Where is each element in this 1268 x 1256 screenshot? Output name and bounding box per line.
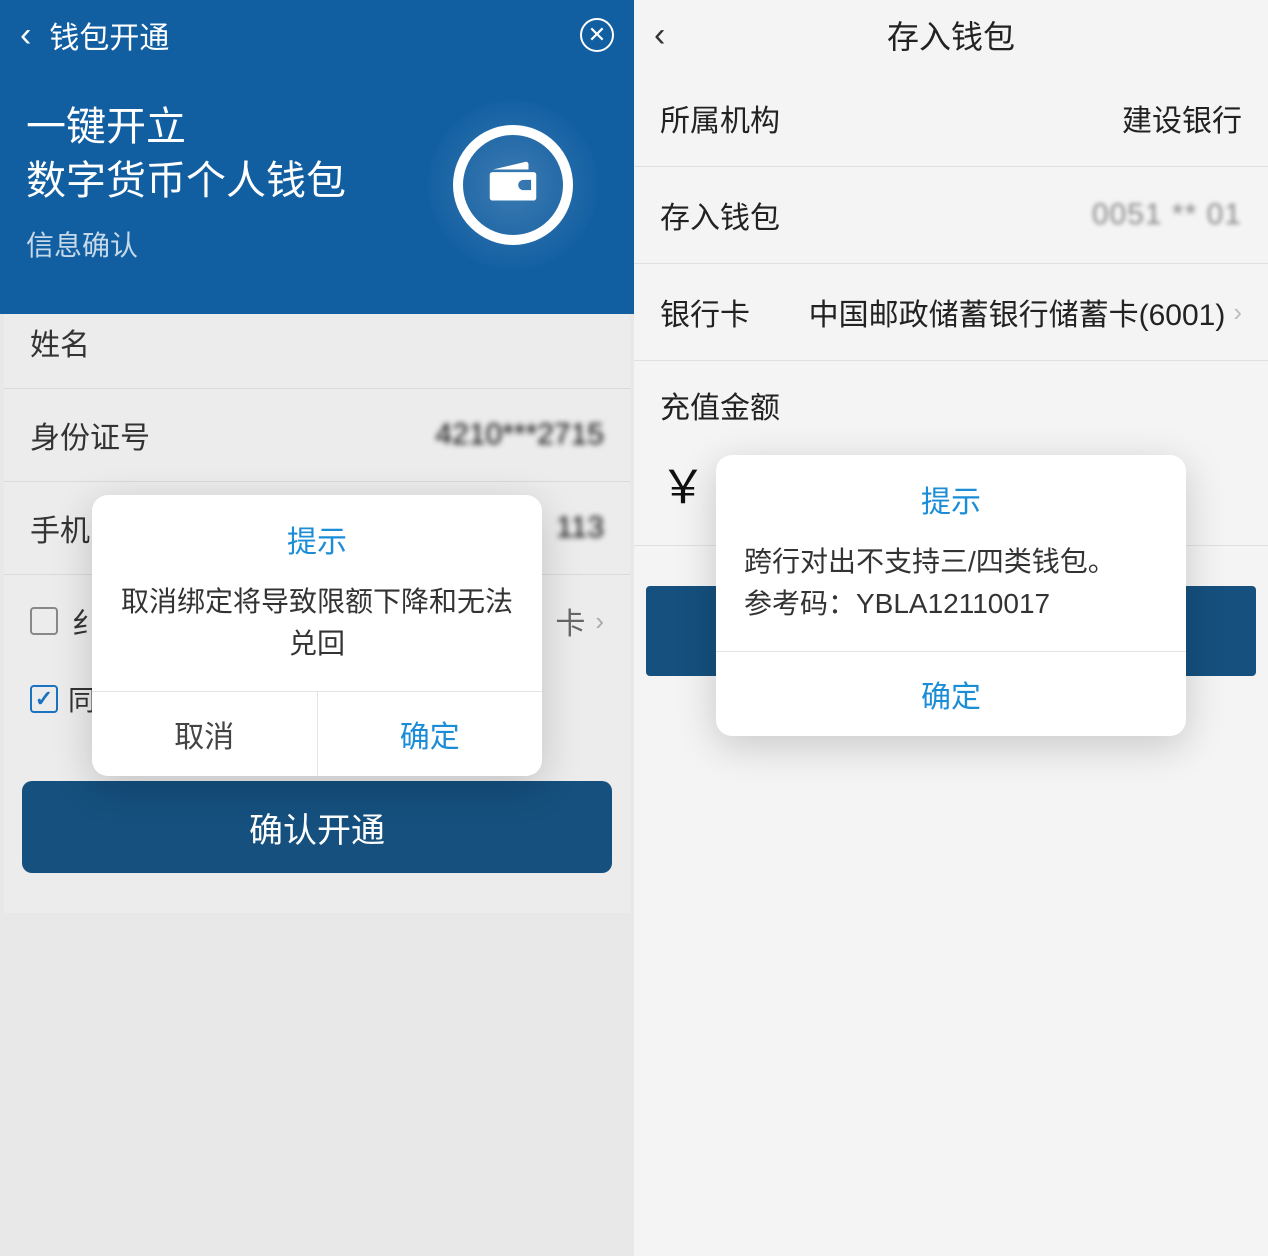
dialog-right-title: 提示: [716, 455, 1186, 533]
title-left: 钱包开通: [49, 13, 169, 57]
row-id[interactable]: 身份证号 4210***2715: [4, 389, 630, 482]
org-value: 建设银行: [1122, 96, 1242, 140]
bind-suffix: 卡: [555, 599, 585, 643]
agree-checkbox[interactable]: [30, 685, 58, 713]
amount-label: 充值金额: [634, 361, 1268, 433]
back-icon[interactable]: ‹: [20, 16, 31, 55]
id-label: 身份证号: [30, 413, 150, 457]
id-value: 4210***2715: [435, 418, 604, 452]
back-icon-right[interactable]: ‹: [654, 16, 665, 55]
org-label: 所属机构: [660, 96, 780, 140]
card-label: 银行卡: [660, 290, 750, 334]
chevron-right-icon: ›: [1233, 297, 1242, 328]
dialog-right-body: 跨行对出不支持三/四类钱包。 参考码：YBLA12110017: [716, 533, 1186, 651]
chevron-right-icon: ›: [595, 606, 604, 637]
phone-label: 手机: [30, 506, 90, 550]
confirm-open-button[interactable]: 确认开通: [22, 781, 612, 873]
card-value: 中国邮政储蓄银行储蓄卡(6001): [809, 290, 1226, 334]
dialog-left-body: 取消绑定将导致限额下降和无法兑回: [92, 573, 542, 691]
close-icon[interactable]: ✕: [580, 18, 614, 52]
right-phone: ‹ 存入钱包 所属机构 建设银行 存入钱包 0051 ** 01 银行卡 中国邮…: [634, 0, 1268, 1256]
dialog-left: 提示 取消绑定将导致限额下降和无法兑回 取消 确定: [92, 495, 542, 776]
dialog-ok-button[interactable]: 确定: [318, 692, 543, 776]
row-wallet[interactable]: 存入钱包 0051 ** 01: [634, 167, 1268, 264]
titlebar-left: ‹ 钱包开通 ✕: [0, 0, 634, 70]
dialog-cancel-button[interactable]: 取消: [92, 692, 318, 776]
left-phone: ‹ 钱包开通 ✕ 一键开立 数字货币个人钱包 信息确认 姓名 身份证号 4210…: [0, 0, 634, 1256]
titlebar-right: ‹ 存入钱包: [634, 0, 1268, 70]
dialog-right: 提示 跨行对出不支持三/四类钱包。 参考码：YBLA12110017 确定: [716, 455, 1186, 736]
row-org[interactable]: 所属机构 建设银行: [634, 70, 1268, 167]
dialog-left-title: 提示: [92, 495, 542, 573]
title-right: 存入钱包: [887, 12, 1015, 58]
hero-banner: 一键开立 数字货币个人钱包 信息确认: [0, 70, 634, 314]
dialog-right-ok-button[interactable]: 确定: [716, 652, 1186, 736]
name-label: 姓名: [30, 320, 90, 364]
wallet-icon: [428, 100, 598, 270]
phone-value: 113: [556, 511, 604, 545]
wallet-label: 存入钱包: [660, 193, 780, 237]
wallet-value: 0051 ** 01: [1092, 198, 1242, 232]
row-card[interactable]: 银行卡 中国邮政储蓄银行储蓄卡(6001) ›: [634, 264, 1268, 361]
bind-checkbox[interactable]: [30, 607, 58, 635]
